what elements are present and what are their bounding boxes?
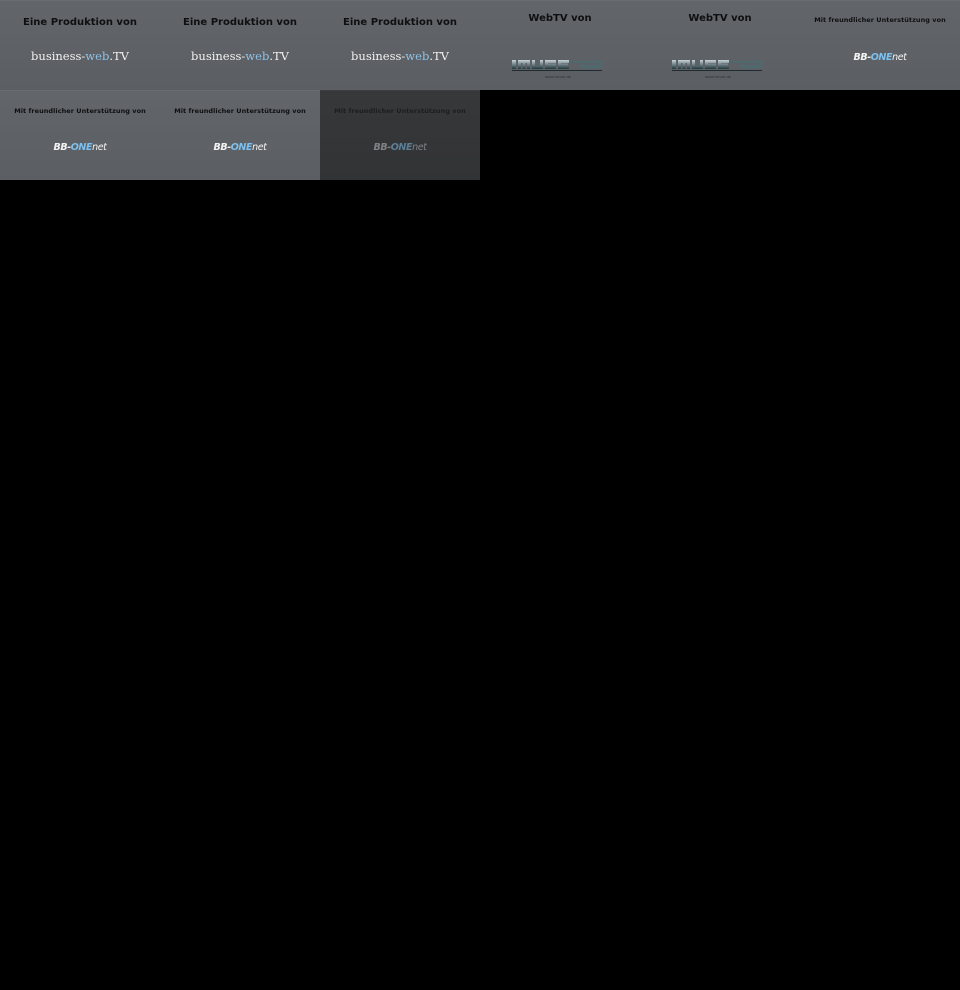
tile-heading: Mit freundlicher Unterstützung von <box>814 16 946 24</box>
logo-text-part1: BB- <box>213 142 232 153</box>
logo-text-accent: ONE <box>870 52 893 63</box>
logo-text-accent: ONE <box>390 142 413 153</box>
tile-heading: Mit freundlicher Unterstützung von <box>174 107 306 115</box>
logo-text-accent: web <box>245 49 270 63</box>
tile-heading: Mit freundlicher Unterstützung von <box>14 107 146 115</box>
imuse-wordmark <box>512 60 602 71</box>
logo-text-part3: net <box>412 142 427 153</box>
bb-one-net-logo: BB-ONEnet <box>800 52 960 63</box>
bb-one-net-logo: BB-ONEnet <box>160 142 320 153</box>
thumbnail-tile-9[interactable]: Mit freundlicher Unterstützung von BB-ON… <box>320 90 480 180</box>
business-web-tv-logo: business-web.TV <box>320 49 480 63</box>
thumbnail-tile-2[interactable]: Eine Produktion von business-web.TV <box>160 0 320 90</box>
logo-text-part1: BB- <box>373 142 392 153</box>
imuse-wordmark <box>672 60 762 71</box>
logo-text-part1: business- <box>351 49 406 63</box>
tile-heading: WebTV von <box>528 13 592 24</box>
thumbnail-tile-3[interactable]: Eine Produktion von business-web.TV <box>320 0 480 90</box>
tile-heading: WebTV von <box>688 13 752 24</box>
bb-one-net-logo: BB-ONEnet <box>0 142 160 153</box>
logo-text-accent: ONE <box>70 142 93 153</box>
logo-text-part3: .TV <box>109 49 129 63</box>
tile-heading: Eine Produktion von <box>343 17 457 28</box>
logo-text-part1: business- <box>191 49 246 63</box>
thumbnail-tile-7[interactable]: Mit freundlicher Unterstützung von BB-ON… <box>0 90 160 180</box>
logo-text-part3: net <box>892 52 907 63</box>
logo-text-accent: web <box>405 49 430 63</box>
tile-heading: Eine Produktion von <box>23 17 137 28</box>
logo-text-accent: web <box>85 49 110 63</box>
business-web-tv-logo: business-web.TV <box>160 49 320 63</box>
tile-heading: Eine Produktion von <box>183 17 297 28</box>
imuse-logo: www.imuse.de <box>672 60 762 79</box>
logo-text-part3: .TV <box>269 49 289 63</box>
business-web-tv-logo: business-web.TV <box>0 49 160 63</box>
thumbnail-tile-8[interactable]: Mit freundlicher Unterstützung von BB-ON… <box>160 90 320 180</box>
logo-text-part1: BB- <box>53 142 72 153</box>
bb-one-net-logo: BB-ONEnet <box>320 142 480 153</box>
imuse-logo: www.imuse.de <box>512 60 602 79</box>
thumbnail-tile-5[interactable]: WebTV von www.imuse.de <box>640 0 800 90</box>
thumbnail-tile-1[interactable]: Eine Produktion von business-web.TV <box>0 0 160 90</box>
logo-text-part3: .TV <box>429 49 449 63</box>
logo-text-part3: net <box>92 142 107 153</box>
thumbnail-tile-6[interactable]: Mit freundlicher Unterstützung von BB-ON… <box>800 0 960 90</box>
logo-text-part1: business- <box>31 49 86 63</box>
imuse-url: www.imuse.de <box>705 75 732 79</box>
imuse-url: www.imuse.de <box>545 75 572 79</box>
logo-text-part3: net <box>252 142 267 153</box>
logo-text-part1: BB- <box>853 52 872 63</box>
thumbnail-tile-4[interactable]: WebTV von www.imuse.de <box>480 0 640 90</box>
thumbnail-grid: Eine Produktion von business-web.TV Eine… <box>0 0 960 180</box>
logo-text-accent: ONE <box>230 142 253 153</box>
tile-heading: Mit freundlicher Unterstützung von <box>334 107 466 115</box>
